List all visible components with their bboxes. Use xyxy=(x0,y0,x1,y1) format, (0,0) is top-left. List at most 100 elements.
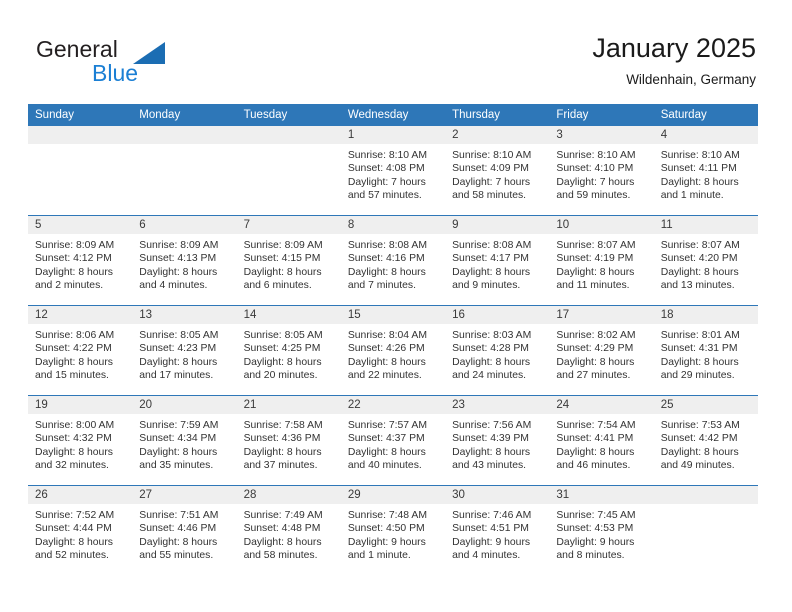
day-detail-daylight: and 49 minutes. xyxy=(660,460,735,472)
day-detail-daylight: and 17 minutes. xyxy=(139,370,214,382)
calendar-day-cell-empty xyxy=(28,126,133,216)
calendar-day-cell[interactable]: 12 Sunrise: 8:06 AM Sunset: 4:22 PM Dayligh… xyxy=(28,305,133,396)
calendar-day-cell[interactable]: 19 Sunrise: 8:00 AM Sunset: 4:32 PM Dayligh… xyxy=(28,395,133,486)
day-number: 7 xyxy=(236,216,341,234)
day-number: 27 xyxy=(132,486,237,504)
day-detail-sunset: Sunset: 4:28 PM xyxy=(452,343,529,355)
day-detail-daylight: and 6 minutes. xyxy=(243,280,312,292)
day-detail-sunrise: Sunrise: 7:48 AM xyxy=(347,510,427,521)
calendar-day-cell[interactable]: 21 Sunrise: 7:58 AM Sunset: 4:36 PM Dayligh… xyxy=(236,395,341,486)
day-details xyxy=(654,504,758,509)
day-number: 14 xyxy=(236,306,341,324)
logo-text-blue: Blue xyxy=(92,60,139,86)
calendar-day-cell[interactable]: 17 Sunrise: 8:02 AM Sunset: 4:29 PM Dayligh… xyxy=(549,305,654,396)
calendar-day-cell[interactable]: 14 Sunrise: 8:05 AM Sunset: 4:25 PM Dayligh… xyxy=(236,305,341,396)
calendar-day-cell[interactable]: 5 Sunrise: 8:09 AM Sunset: 4:12 PM Daylight… xyxy=(28,215,133,306)
day-number xyxy=(236,126,341,144)
calendar-day-cell[interactable]: 22 Sunrise: 7:57 AM Sunset: 4:37 PM Dayligh… xyxy=(340,395,446,486)
day-detail-sunset: Sunset: 4:34 PM xyxy=(139,433,217,445)
calendar-day-cell[interactable]: 2 Sunrise: 8:10 AM Sunset: 4:09 PM Daylight… xyxy=(445,126,550,216)
day-detail-sunset: Sunset: 4:26 PM xyxy=(347,343,425,355)
calendar-day-cell[interactable]: 18 Sunrise: 8:01 AM Sunset: 4:31 PM Dayligh… xyxy=(653,305,758,396)
day-detail-daylight: and 4 minutes. xyxy=(139,280,208,292)
day-details: Sunrise: 8:10 AM Sunset: 4:09 PM Daylight:… xyxy=(445,144,549,203)
day-details: Sunrise: 8:09 AM Sunset: 4:12 PM Daylight:… xyxy=(28,234,132,293)
calendar-day-cell[interactable]: 23 Sunrise: 7:56 AM Sunset: 4:39 PM Dayligh… xyxy=(445,395,550,486)
calendar-page: General Blue January 2025 Wildenhain, Ge… xyxy=(0,0,792,612)
day-details: Sunrise: 7:49 AM Sunset: 4:48 PM Daylight:… xyxy=(237,504,341,563)
day-number: 22 xyxy=(340,396,446,414)
calendar-day-cell[interactable]: 3 Sunrise: 8:10 AM Sunset: 4:10 PM Daylight… xyxy=(549,126,654,216)
day-cell-inner: 7 Sunrise: 8:09 AM Sunset: 4:15 PM Daylight… xyxy=(236,216,341,305)
weekday-header-monday: Monday xyxy=(132,104,237,126)
day-detail-daylight: Daylight: 8 hours xyxy=(556,356,635,368)
day-details: Sunrise: 8:05 AM Sunset: 4:25 PM Daylight:… xyxy=(237,324,341,383)
calendar-day-cell[interactable]: 9 Sunrise: 8:08 AM Sunset: 4:17 PM Daylight… xyxy=(445,215,550,306)
weekday-header-friday: Friday xyxy=(549,104,654,126)
calendar-day-cell[interactable]: 10 Sunrise: 8:07 AM Sunset: 4:19 PM Dayligh… xyxy=(549,215,654,306)
calendar-day-cell[interactable]: 28 Sunrise: 7:49 AM Sunset: 4:48 PM Dayligh… xyxy=(236,485,341,575)
day-cell-inner: 21 Sunrise: 7:58 AM Sunset: 4:36 PM Dayligh… xyxy=(236,396,341,485)
day-cell-inner: 19 Sunrise: 8:00 AM Sunset: 4:32 PM Dayligh… xyxy=(28,396,133,485)
day-detail-sunset: Sunset: 4:08 PM xyxy=(347,163,425,175)
calendar-day-cell[interactable]: 30 Sunrise: 7:46 AM Sunset: 4:51 PM Dayligh… xyxy=(445,485,550,575)
day-detail-sunrise: Sunrise: 7:54 AM xyxy=(556,420,636,431)
calendar-day-cell[interactable]: 15 Sunrise: 8:04 AM Sunset: 4:26 PM Dayligh… xyxy=(340,305,446,396)
day-detail-daylight: Daylight: 7 hours xyxy=(452,176,531,188)
day-detail-daylight: Daylight: 8 hours xyxy=(139,446,218,458)
calendar-day-cell[interactable]: 6 Sunrise: 8:09 AM Sunset: 4:13 PM Daylight… xyxy=(132,215,237,306)
calendar-day-cell[interactable]: 13 Sunrise: 8:05 AM Sunset: 4:23 PM Dayligh… xyxy=(132,305,237,396)
day-cell-inner: 26 Sunrise: 7:52 AM Sunset: 4:44 PM Dayligh… xyxy=(28,486,133,575)
day-cell-inner: 9 Sunrise: 8:08 AM Sunset: 4:17 PM Daylight… xyxy=(445,216,550,305)
day-number: 17 xyxy=(549,306,654,324)
day-details: Sunrise: 8:10 AM Sunset: 4:10 PM Daylight:… xyxy=(549,144,653,203)
calendar-day-cell[interactable]: 8 Sunrise: 8:08 AM Sunset: 4:16 PM Daylight… xyxy=(340,215,446,306)
calendar-day-cell[interactable]: 31 Sunrise: 7:45 AM Sunset: 4:53 PM Dayligh… xyxy=(549,485,654,575)
calendar-day-cell[interactable]: 16 Sunrise: 8:03 AM Sunset: 4:28 PM Dayligh… xyxy=(445,305,550,396)
calendar-day-cell[interactable]: 4 Sunrise: 8:10 AM Sunset: 4:11 PM Daylight… xyxy=(653,126,758,216)
day-detail-sunset: Sunset: 4:31 PM xyxy=(660,343,738,355)
day-cell-inner: 14 Sunrise: 8:05 AM Sunset: 4:25 PM Dayligh… xyxy=(236,306,341,395)
day-detail-daylight: Daylight: 8 hours xyxy=(35,536,113,548)
day-number xyxy=(28,126,133,144)
calendar-day-cell[interactable]: 7 Sunrise: 8:09 AM Sunset: 4:15 PM Daylight… xyxy=(236,215,341,306)
day-detail-sunset: Sunset: 4:42 PM xyxy=(660,433,738,445)
calendar-day-cell[interactable]: 20 Sunrise: 7:59 AM Sunset: 4:34 PM Dayligh… xyxy=(132,395,237,486)
day-number: 4 xyxy=(653,126,758,144)
day-detail-sunrise: Sunrise: 8:07 AM xyxy=(556,240,636,251)
general-blue-logo: General Blue xyxy=(36,36,266,92)
day-details: Sunrise: 8:08 AM Sunset: 4:17 PM Daylight:… xyxy=(445,234,549,293)
day-cell-inner: 24 Sunrise: 7:54 AM Sunset: 4:41 PM Dayligh… xyxy=(549,396,654,485)
day-detail-daylight: Daylight: 9 hours xyxy=(347,536,426,548)
weekday-header-saturday: Saturday xyxy=(653,104,758,126)
day-detail-daylight: and 9 minutes. xyxy=(452,280,521,292)
day-detail-daylight: Daylight: 8 hours xyxy=(660,266,739,278)
day-number xyxy=(653,486,758,504)
day-detail-sunset: Sunset: 4:20 PM xyxy=(660,253,738,265)
day-detail-daylight: Daylight: 8 hours xyxy=(243,446,322,458)
day-detail-daylight: and 58 minutes. xyxy=(452,190,527,202)
day-cell-inner: 22 Sunrise: 7:57 AM Sunset: 4:37 PM Dayligh… xyxy=(340,396,446,485)
calendar-day-cell[interactable]: 26 Sunrise: 7:52 AM Sunset: 4:44 PM Dayligh… xyxy=(28,485,133,575)
calendar-day-cell[interactable]: 11 Sunrise: 8:07 AM Sunset: 4:20 PM Dayligh… xyxy=(653,215,758,306)
day-detail-sunrise: Sunrise: 8:08 AM xyxy=(452,240,532,251)
calendar-day-cell[interactable]: 29 Sunrise: 7:48 AM Sunset: 4:50 PM Dayligh… xyxy=(340,485,446,575)
day-detail-sunset: Sunset: 4:11 PM xyxy=(660,163,737,175)
calendar-day-cell[interactable]: 25 Sunrise: 7:53 AM Sunset: 4:42 PM Dayligh… xyxy=(653,395,758,486)
day-cell-inner: 4 Sunrise: 8:10 AM Sunset: 4:11 PM Daylight… xyxy=(653,126,758,215)
day-detail-daylight: Daylight: 8 hours xyxy=(452,356,531,368)
calendar-day-cell[interactable]: 1 Sunrise: 8:10 AM Sunset: 4:08 PM Daylight… xyxy=(340,126,446,216)
day-number: 26 xyxy=(28,486,133,504)
day-number: 28 xyxy=(236,486,341,504)
day-detail-sunrise: Sunrise: 7:49 AM xyxy=(243,510,323,521)
calendar-day-cell[interactable]: 24 Sunrise: 7:54 AM Sunset: 4:41 PM Dayligh… xyxy=(549,395,654,486)
day-detail-daylight: Daylight: 8 hours xyxy=(35,446,113,458)
day-detail-sunrise: Sunrise: 7:58 AM xyxy=(243,420,323,431)
day-detail-daylight: Daylight: 8 hours xyxy=(243,266,322,278)
day-cell-inner: 31 Sunrise: 7:45 AM Sunset: 4:53 PM Dayligh… xyxy=(549,486,654,575)
day-details: Sunrise: 7:57 AM Sunset: 4:37 PM Daylight:… xyxy=(341,414,445,473)
day-detail-daylight: and 20 minutes. xyxy=(243,370,318,382)
calendar-day-cell[interactable]: 27 Sunrise: 7:51 AM Sunset: 4:46 PM Dayligh… xyxy=(132,485,237,575)
day-details: Sunrise: 8:07 AM Sunset: 4:20 PM Daylight:… xyxy=(654,234,758,293)
day-cell-inner: 5 Sunrise: 8:09 AM Sunset: 4:12 PM Daylight… xyxy=(28,216,133,305)
